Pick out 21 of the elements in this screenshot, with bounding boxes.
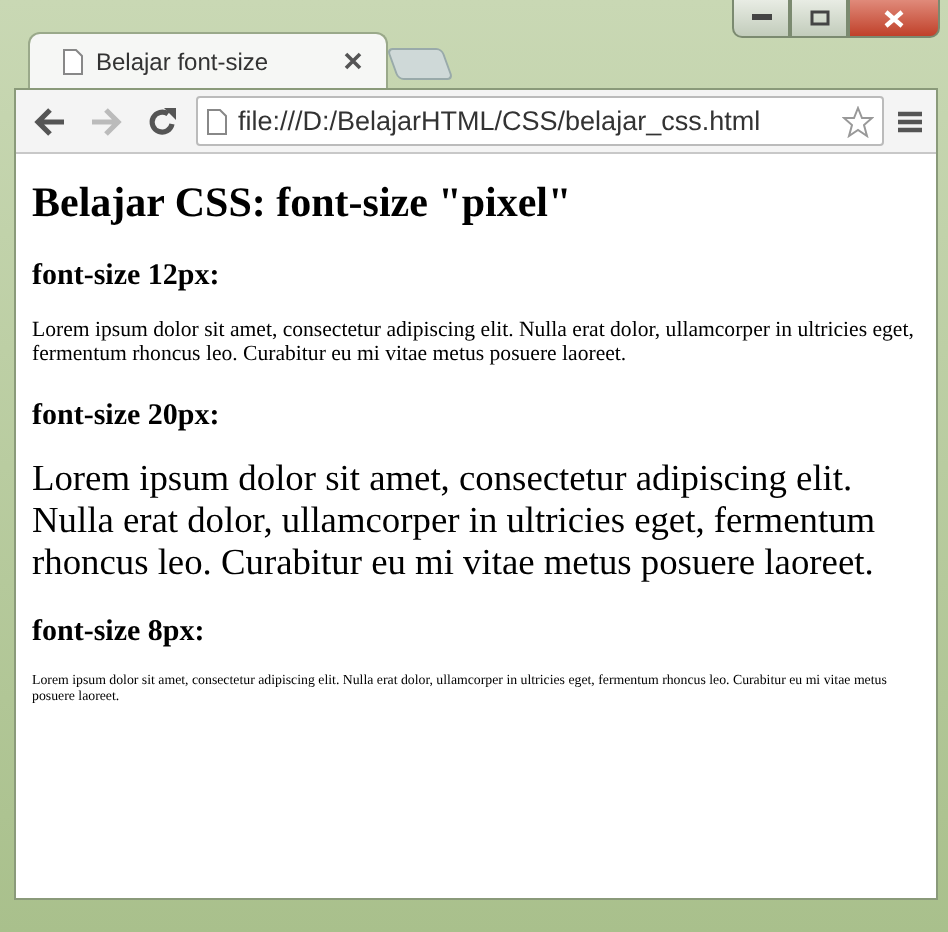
menu-icon[interactable]: [896, 109, 924, 133]
address-bar[interactable]: file:///D:/BelajarHTML/CSS/belajar_css.html: [196, 96, 884, 146]
back-icon[interactable]: [34, 107, 66, 135]
tab-title: Belajar font-size: [96, 47, 271, 75]
page-heading: Belajar CSS: font-size "pixel": [32, 178, 574, 228]
section-heading: font-size 20px:: [32, 399, 222, 434]
reload-icon[interactable]: [146, 105, 178, 137]
close-button[interactable]: [848, 0, 940, 38]
maximize-button[interactable]: [790, 0, 848, 38]
browser-tab[interactable]: Belajar font-size: [28, 32, 388, 88]
section-heading: font-size 8px:: [32, 616, 207, 651]
close-icon[interactable]: [344, 52, 362, 70]
minimize-icon[interactable]: [751, 14, 771, 22]
paragraph: Lorem ipsum dolor sit amet, consectetur adipiscing elit. Nulla erat dolor, ullamcorper in ultricies eget, fermentum rhoncus leo. Curabitur eu mi vitae metus posuere laoreet.: [32, 318, 916, 368]
section-heading: font-size 12px:: [32, 260, 222, 294]
page-icon: [206, 107, 228, 135]
minimize-button[interactable]: [732, 0, 790, 38]
page-icon: [62, 47, 84, 75]
star-icon[interactable]: [842, 105, 874, 137]
maximize-icon[interactable]: [809, 10, 829, 26]
paragraph: Lorem ipsum dolor sit amet, consectetur adipiscing elit. Nulla erat dolor, ullamcorper in ultricies eget, fermentum rhoncus leo. Curabitur eu mi vitae metus posuere laoreet.: [32, 457, 878, 585]
